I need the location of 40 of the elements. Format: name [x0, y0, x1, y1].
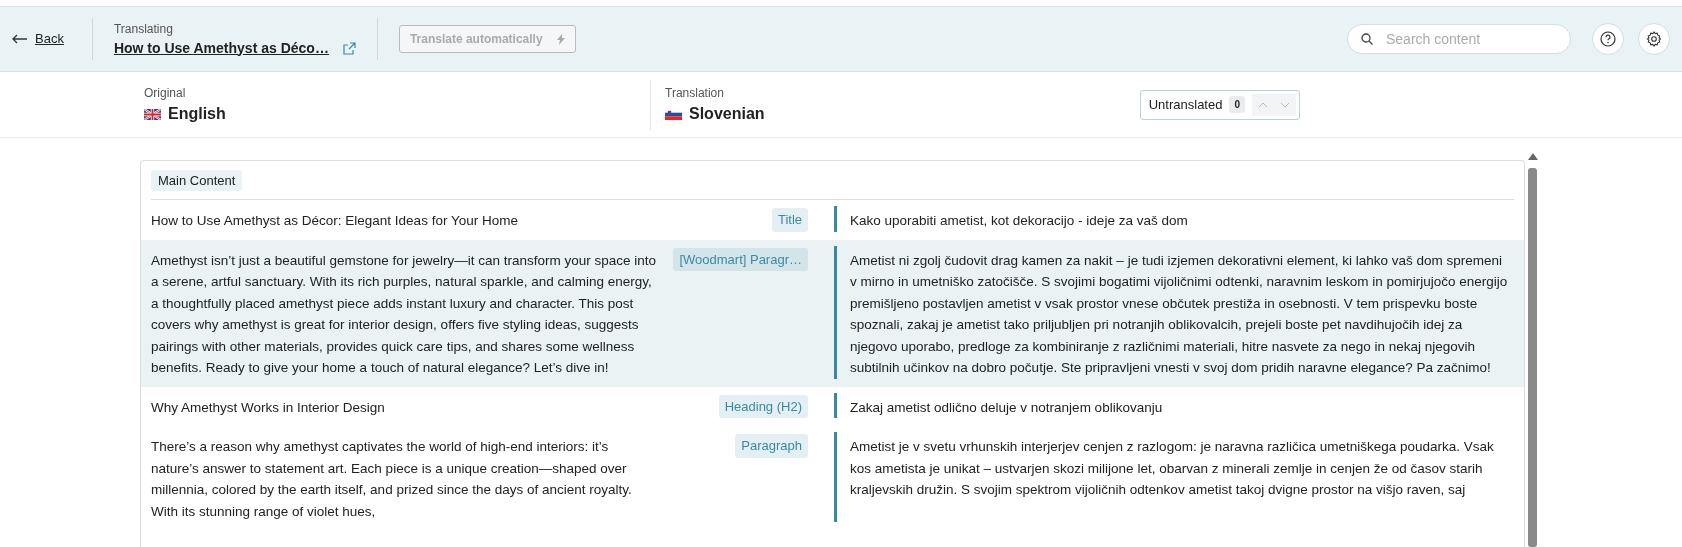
scrollbar-thumb[interactable]	[1528, 168, 1537, 547]
search-icon	[1361, 33, 1373, 45]
untranslated-count: 0	[1229, 96, 1245, 113]
translation-text[interactable]: Ametist ni zgolj čudovit drag kamen za nakit – je tudi izjemen dekorativni element, ki lahko vaš dom spremeni v mirno in umetniško zatočišče. S svojimi bogatimi vijoličnimi odtenki, naravnim leskom in pomirjujočo energijo premišljeno postavljen ametist v vsak prostor vnese občutek prestiža in osebnosti. V tem prispevku boste spoznali, zakaj je ametist tako priljubljen pri notranjih oblikovalcih, prejeli boste pet navdihujočih idej za njegovo uporabo, predloge za kombiniranje z različnimi materiali, hitre nasvete za nego in nekaj njegovih subtilnih učinkov na dobro počutje. Ste pripravljeni vnesti v svoj dom pridih naravne elegance? Pa začnimo!	[834, 245, 1524, 379]
original-label: Original	[144, 84, 187, 102]
chevron-up-icon	[1258, 102, 1268, 109]
original-text: Amethyst isn’t just a beautiful gemstone for jewelry—it can transform your space into a serene, artful sanctuary. With its rich purples, natural sparkle, and calming energy, a thoughtfully placed amethyst piece adds instant luxury and character. This post covers why amethyst is great for interior design, offers five styling ideas, suggests pairings with other materials, provides quick care tips, and shares some wellness benefits. Ready to give your home a touch of natural elegance? Let’s dive in!	[150, 251, 657, 377]
section-label: Main Content	[151, 170, 243, 191]
flag-icon	[144, 108, 161, 120]
search-field[interactable]: Search content	[1347, 24, 1571, 54]
page-title-link[interactable]: How to Use Amethyst as Déco…	[113, 37, 329, 59]
external-link-icon[interactable]	[342, 42, 356, 55]
language-name: English	[168, 103, 226, 124]
scroll-up-arrow[interactable]	[1528, 153, 1538, 160]
block-type-tag: [Woodmart] Paragr…	[673, 247, 808, 271]
translation-text[interactable]: Kako uporabiti ametist, kot dekoracijo - ideje za vaš dom	[834, 206, 1524, 232]
block-type-tag: Paragraph	[735, 434, 808, 458]
help-icon	[1600, 31, 1616, 47]
original-text: Why Amethyst Works in Interior Design	[150, 398, 386, 417]
block-type-tag: Title	[771, 208, 808, 232]
language-name: Slovenian	[689, 103, 765, 124]
translation-text[interactable]: Zakaj ametist odlično deluje v notranjem oblikovanju	[834, 392, 1524, 418]
settings-icon	[1646, 31, 1662, 47]
segment-row[interactable]: Why Amethyst Works in Interior Design Heading (H2) Zakaj ametist odlično deluje v notranjem oblikovanju	[141, 386, 1524, 426]
segment-row[interactable]	[141, 239, 1524, 387]
lightning-icon	[556, 33, 565, 45]
translation-text[interactable]: Ametist je v svetu vrhunskih interjerjev cenjen z razlogom: je naravna različica umetniškega poudarka. Vsak kos ametista je unikat – ustvarjen skozi milijone let, obarvan z minerali zemlje in cenjen že od časov starih kraljevskih družin. S svojim spektrom vijoličnih odtenkov ametist takoj dvigne prostor na višjo raven, saj	[834, 432, 1524, 522]
translation-label: Translation	[665, 84, 725, 102]
untranslated-label: Untranslated	[1148, 95, 1223, 114]
settings-button[interactable]	[1638, 23, 1670, 55]
flag-icon	[665, 108, 682, 120]
block-type-tag: Heading (H2)	[718, 394, 808, 418]
back-link[interactable]: Back	[35, 29, 64, 49]
context-label: Translating	[113, 20, 174, 38]
segment-row[interactable]: How to Use Amethyst as Décor: Elegant Ideas for Your Home Title Kako uporabiti ametist, kot dekoracijo - ideje za vaš dom	[141, 200, 1524, 240]
back-arrow-icon[interactable]	[12, 34, 28, 44]
chevron-down-icon	[1280, 102, 1290, 109]
original-text: How to Use Amethyst as Décor: Elegant Ideas for Your Home	[150, 212, 519, 230]
help-button[interactable]	[1592, 23, 1624, 55]
original-text: There’s a reason why amethyst captivates the world of high-end interiors: it’s nature’s answer to statement art. Each piece is a unique creation—shaped over millennia, colored by the earth itself, and prized since the days of ancient royalty. With its stunning range of violet hues,	[150, 438, 633, 521]
